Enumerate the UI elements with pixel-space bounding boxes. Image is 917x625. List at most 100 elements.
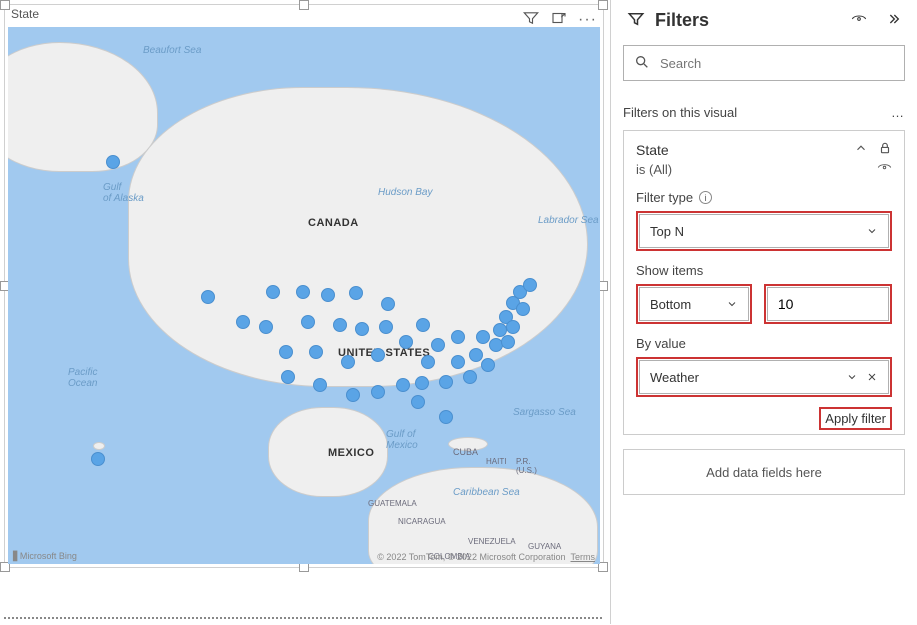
chevron-down-icon [866, 225, 878, 237]
country-label: VENEZUELA [468, 537, 516, 546]
map-data-point[interactable] [439, 410, 453, 424]
collapse-pane-icon[interactable] [885, 11, 901, 30]
map-data-point[interactable] [301, 315, 315, 329]
map-data-point[interactable] [333, 318, 347, 332]
filter-type-label: Filter type [636, 190, 693, 205]
map-data-point[interactable] [415, 376, 429, 390]
country-label: CUBA [453, 447, 478, 457]
map-data-point[interactable] [463, 370, 477, 384]
report-canvas[interactable]: State ··· Beaufort Sea [0, 0, 610, 625]
filter-type-value: Top N [650, 224, 684, 239]
chevron-down-icon [726, 298, 738, 310]
map-data-point[interactable] [281, 370, 295, 384]
show-items-direction-dropdown[interactable]: Bottom [639, 287, 749, 321]
resize-handle[interactable] [299, 0, 309, 10]
country-label: HAITI [486, 457, 506, 466]
country-label: CANADA [308, 217, 359, 229]
visual-title: State [11, 7, 39, 21]
map-data-point[interactable] [416, 318, 430, 332]
map-data-point[interactable] [506, 320, 520, 334]
lock-icon[interactable] [878, 141, 892, 158]
map-data-point[interactable] [346, 388, 360, 402]
show-items-count-field[interactable] [767, 287, 889, 321]
map-data-point[interactable] [379, 320, 393, 334]
map-attribution-right: © 2022 TomTom, © 2022 Microsoft Corporat… [377, 552, 595, 562]
water-label: Gulf of Mexico [386, 429, 418, 451]
map-data-point[interactable] [451, 355, 465, 369]
water-label: Hudson Bay [378, 187, 432, 198]
map-data-point[interactable] [259, 320, 273, 334]
map-attribution: ▋Microsoft Bing [13, 551, 77, 562]
chevron-down-icon[interactable] [846, 371, 858, 383]
section-more-icon[interactable]: … [891, 105, 905, 120]
more-options-icon[interactable]: ··· [578, 11, 597, 29]
add-data-fields-well[interactable]: Add data fields here [623, 449, 905, 495]
resize-handle[interactable] [598, 0, 608, 10]
map-data-point[interactable] [236, 315, 250, 329]
add-fields-label: Add data fields here [706, 465, 822, 480]
map-data-point[interactable] [321, 288, 335, 302]
map-data-point[interactable] [411, 395, 425, 409]
remove-field-icon[interactable] [866, 371, 878, 383]
map-data-point[interactable] [476, 330, 490, 344]
apply-filter-button[interactable]: Apply filter [825, 411, 886, 426]
page-boundary [4, 617, 602, 619]
map-data-point[interactable] [106, 155, 120, 169]
show-items-direction-value: Bottom [650, 297, 691, 312]
filter-section-label: Filters on this visual [623, 105, 737, 120]
map-data-point[interactable] [371, 385, 385, 399]
by-value-label: By value [636, 336, 686, 351]
filter-field-name: State [636, 142, 669, 158]
map-data-point[interactable] [201, 290, 215, 304]
resize-handle[interactable] [0, 0, 10, 10]
map-data-point[interactable] [313, 378, 327, 392]
country-label: P.R. (U.S.) [516, 457, 537, 475]
map-visual[interactable]: State ··· Beaufort Sea [4, 4, 604, 568]
map-data-point[interactable] [421, 355, 435, 369]
country-label: NICARAGUA [398, 517, 446, 526]
visibility-icon[interactable] [877, 160, 892, 178]
funnel-icon [627, 10, 645, 31]
map-data-point[interactable] [431, 338, 445, 352]
show-items-label: Show items [636, 263, 703, 278]
map-data-point[interactable] [399, 335, 413, 349]
by-value-field-well[interactable]: Weather [639, 360, 889, 394]
water-label: Pacific Ocean [68, 367, 97, 389]
map-data-point[interactable] [439, 375, 453, 389]
map-data-point[interactable] [279, 345, 293, 359]
filter-type-dropdown[interactable]: Top N [639, 214, 889, 248]
map-data-point[interactable] [451, 330, 465, 344]
map-data-point[interactable] [381, 297, 395, 311]
map-data-point[interactable] [309, 345, 323, 359]
map-data-point[interactable] [355, 322, 369, 336]
visibility-icon[interactable] [851, 11, 867, 30]
filters-pane: Filters Filters on this visual [610, 0, 917, 624]
info-icon[interactable]: i [699, 191, 712, 204]
country-label: GUATEMALA [368, 499, 417, 508]
show-items-count-input[interactable] [778, 296, 878, 312]
water-label: Labrador Sea [538, 215, 599, 226]
map-data-point[interactable] [349, 286, 363, 300]
map-data-point[interactable] [266, 285, 280, 299]
map-data-point[interactable] [371, 348, 385, 362]
map-data-point[interactable] [481, 358, 495, 372]
map-data-point[interactable] [296, 285, 310, 299]
map-surface[interactable]: Beaufort Sea Gulf of Alaska Hudson Bay L… [8, 27, 600, 564]
pane-title: Filters [655, 10, 851, 31]
map-data-point[interactable] [516, 302, 530, 316]
map-data-point[interactable] [469, 348, 483, 362]
country-label: MEXICO [328, 447, 374, 459]
filter-status-text: is (All) [636, 162, 672, 177]
country-label: GUYANA [528, 542, 561, 551]
map-data-point[interactable] [396, 378, 410, 392]
filter-card-state[interactable]: State is (All) Filter type i Top [623, 130, 905, 435]
terms-link[interactable]: Terms [571, 552, 596, 562]
collapse-card-icon[interactable] [854, 141, 868, 158]
map-data-point[interactable] [501, 335, 515, 349]
map-data-point[interactable] [341, 355, 355, 369]
map-data-point[interactable] [91, 452, 105, 466]
search-input[interactable] [660, 56, 894, 71]
search-box[interactable] [623, 45, 905, 81]
map-data-point[interactable] [523, 278, 537, 292]
search-icon [634, 54, 660, 73]
